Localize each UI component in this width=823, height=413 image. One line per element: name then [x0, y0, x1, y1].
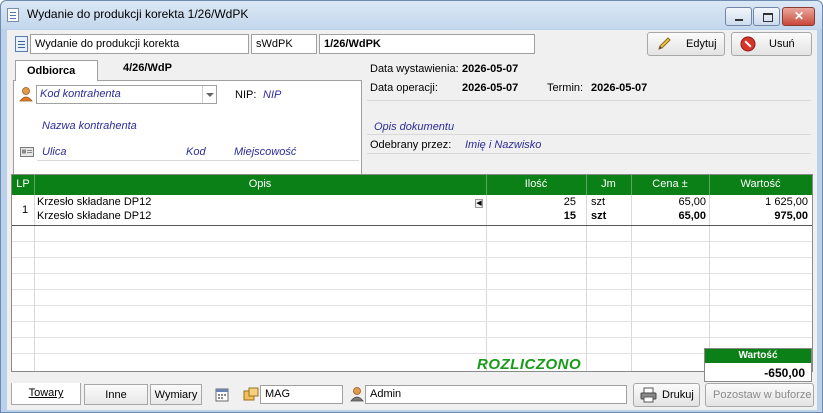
- document-icon: [7, 8, 19, 22]
- print-button-label: Drukuj: [662, 389, 694, 401]
- received-by-label: Odebrany przez:: [370, 139, 452, 151]
- issue-date-value[interactable]: 2026-05-07: [462, 63, 518, 75]
- header-divider: [631, 175, 632, 195]
- items-grid[interactable]: LP Opis Ilość Jm Cena ± Wartość 1 Krzesł…: [11, 174, 813, 372]
- row-separator: [12, 305, 812, 306]
- cell-description: Krzesło składane DP12: [37, 196, 152, 208]
- warehouse-field[interactable]: MAG: [260, 385, 343, 404]
- expand-left-icon[interactable]: ◀: [475, 199, 483, 208]
- cell-quantity: 15: [563, 210, 576, 222]
- tab-other[interactable]: Inne: [84, 384, 148, 405]
- table-row[interactable]: Krzesło składane DP12 15 szt 65,00 975,0…: [12, 210, 812, 224]
- settled-status: ROZLICZONO: [477, 356, 582, 373]
- document-description-field[interactable]: Opis dokumentu: [374, 121, 454, 133]
- leave-in-buffer-button[interactable]: Pozostaw w buforze: [705, 383, 814, 407]
- cell-price: 65,00: [678, 196, 706, 208]
- minimize-button[interactable]: [725, 7, 752, 26]
- document-number-field[interactable]: 1/26/WdPK: [319, 34, 535, 54]
- chevron-down-icon[interactable]: [202, 86, 216, 103]
- person-icon: [19, 87, 33, 102]
- tab-dimensions[interactable]: Wymiary: [150, 384, 202, 405]
- description-divider: [367, 134, 811, 135]
- cell-price: 65,00: [678, 210, 706, 222]
- city-field[interactable]: Miejscowość: [234, 146, 296, 158]
- row-separator: [12, 321, 812, 322]
- total-value-label: Wartość: [705, 349, 811, 363]
- delete-button-label: Usuń: [769, 38, 795, 50]
- header-divider: [586, 175, 587, 195]
- total-value-box: Wartość -650,00: [704, 348, 812, 382]
- delete-icon: [740, 36, 756, 52]
- address-divider: [37, 160, 359, 161]
- row-separator: [12, 241, 812, 242]
- col-unit[interactable]: Jm: [586, 178, 631, 190]
- col-description[interactable]: Opis: [34, 178, 486, 190]
- received-by-field[interactable]: Imię i Nazwisko: [465, 139, 541, 151]
- document-type-field[interactable]: Wydanie do produkcji korekta: [30, 34, 249, 54]
- cell-unit: szt: [591, 210, 607, 222]
- col-price[interactable]: Cena ±: [631, 178, 709, 190]
- edit-button[interactable]: Edytuj: [647, 32, 725, 56]
- cell-quantity: 25: [563, 196, 576, 208]
- col-quantity[interactable]: Ilość: [486, 178, 586, 190]
- tab-other-label: Inne: [105, 389, 127, 401]
- calendar-icon[interactable]: [215, 388, 229, 402]
- dates-divider: [367, 100, 811, 101]
- operation-date-label: Data operacji:: [370, 82, 438, 94]
- issue-date-label: Data wystawienia:: [370, 63, 459, 75]
- cell-value: 975,00: [774, 210, 808, 222]
- due-date-value[interactable]: 2026-05-07: [591, 82, 647, 94]
- user-field[interactable]: Admin: [365, 385, 627, 404]
- series-field[interactable]: sWdPK: [251, 34, 317, 54]
- delete-button[interactable]: Usuń: [731, 32, 812, 56]
- contractor-name-field[interactable]: Nazwa kontrahenta: [42, 120, 137, 132]
- nip-label: NIP:: [235, 89, 257, 101]
- address-card-icon: [20, 147, 34, 157]
- col-value[interactable]: Wartość: [709, 178, 812, 190]
- warehouse-icon: [243, 387, 259, 401]
- maximize-button[interactable]: [753, 7, 780, 26]
- edit-button-label: Edytuj: [686, 38, 717, 50]
- window-title: Wydanie do produkcji korekta 1/26/WdPK: [27, 7, 249, 21]
- leave-in-buffer-label: Pozostaw w buforze: [713, 389, 812, 401]
- postal-code-field[interactable]: Kod: [186, 146, 206, 158]
- close-button[interactable]: [782, 7, 815, 26]
- user-icon: [350, 387, 364, 402]
- recipient-ref-number: 4/26/WdP: [123, 62, 172, 74]
- due-date-label: Termin:: [547, 82, 584, 94]
- title-bar[interactable]: Wydanie do produkcji korekta 1/26/WdPK: [1, 1, 822, 29]
- print-button[interactable]: Drukuj: [633, 383, 700, 407]
- tab-goods[interactable]: Towary: [11, 383, 81, 405]
- row-separator: [12, 225, 812, 226]
- tab-recipient[interactable]: Odbiorca: [15, 60, 98, 81]
- grid-header: LP Opis Ilość Jm Cena ± Wartość: [12, 175, 812, 195]
- row-separator: [12, 289, 812, 290]
- header-divider: [709, 175, 710, 195]
- street-field[interactable]: Ulica: [42, 146, 66, 158]
- contractor-code-placeholder: Kod kontrahenta: [40, 88, 121, 100]
- cell-description: Krzesło składane DP12: [37, 210, 152, 222]
- tab-goods-label: Towary: [28, 387, 64, 399]
- document-type-icon: [15, 36, 28, 52]
- document-window: Wydanie do produkcji korekta 1/26/WdPK W…: [0, 0, 823, 413]
- row-separator: [12, 273, 812, 274]
- contractor-code-combo[interactable]: Kod kontrahenta: [36, 85, 217, 104]
- cell-unit: szt: [591, 196, 606, 208]
- window-client: Wydanie do produkcji korekta sWdPK 1/26/…: [7, 30, 817, 410]
- printer-icon: [640, 387, 657, 403]
- row-separator: [12, 353, 812, 354]
- tab-dimensions-label: Wymiary: [154, 389, 198, 401]
- row-separator: [12, 337, 812, 338]
- table-row[interactable]: 1 Krzesło składane DP12 ◀ 25 szt 65,00 1…: [12, 196, 812, 216]
- received-divider: [367, 153, 811, 154]
- nip-field[interactable]: NIP: [263, 89, 281, 101]
- row-separator: [12, 257, 812, 258]
- header-divider: [34, 175, 35, 195]
- header-divider: [486, 175, 487, 195]
- total-value: -650,00: [764, 366, 805, 380]
- operation-date-value[interactable]: 2026-05-07: [462, 82, 518, 94]
- col-lp[interactable]: LP: [12, 178, 34, 190]
- cell-value: 1 625,00: [765, 196, 808, 208]
- pencil-icon: [658, 37, 671, 50]
